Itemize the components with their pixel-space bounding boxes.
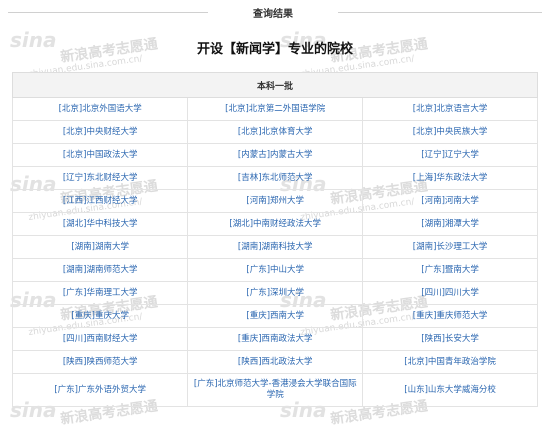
university-link[interactable]: [北京]北京语言大学 (413, 104, 488, 114)
table-row: [湖北]华中科技大学 [湖北]中南财经政法大学 [湖南]湘潭大学 (11, 212, 538, 236)
university-link[interactable]: [北京]北京体育大学 (238, 127, 313, 137)
table-cell: [北京]中央财经大学 (11, 120, 189, 144)
table-row: [湖南]湖南师范大学 [广东]中山大学 [广东]暨南大学 (11, 258, 538, 282)
table-cell: [北京]中国政法大学 (11, 143, 189, 167)
university-link[interactable]: [北京]北京第二外国语学院 (225, 104, 325, 114)
table-row: [江西]江西财经大学 [河南]郑州大学 [河南]河南大学 (11, 189, 538, 213)
table-cell: [湖南]湖南科技大学 (187, 235, 364, 259)
table-cell: [广东]华南理工大学 (11, 281, 189, 305)
university-link[interactable]: [陕西]西北政法大学 (238, 357, 313, 367)
table-cell: [江西]江西财经大学 (11, 189, 189, 213)
section-label: 查询结果 (253, 9, 293, 20)
table-cell: [广东]北京师范大学-香港浸会大学联合国际学院 (187, 373, 364, 407)
university-link[interactable]: [广东]广东外语外贸大学 (54, 385, 146, 395)
table-row: [广东]广东外语外贸大学 [广东]北京师范大学-香港浸会大学联合国际学院 [山东]山… (11, 373, 538, 407)
university-link[interactable]: [湖北]华中科技大学 (63, 219, 138, 229)
divider-right (338, 12, 542, 13)
table-row: [北京]中国政法大学 [内蒙古]内蒙古大学 [辽宁]辽宁大学 (11, 143, 538, 167)
university-link[interactable]: [山东]山东大学威海分校 (404, 385, 496, 395)
university-link[interactable]: [辽宁]辽宁大学 (421, 150, 479, 160)
table-cell: [山东]山东大学威海分校 (362, 373, 538, 407)
table-cell: [北京]北京语言大学 (362, 97, 538, 121)
university-link[interactable]: [重庆]西南政法大学 (238, 334, 313, 344)
table-cell: [四川]四川大学 (362, 281, 538, 305)
table-row: [广东]华南理工大学 [广东]深圳大学 [四川]四川大学 (11, 281, 538, 305)
table-cell: [广东]广东外语外贸大学 (11, 373, 189, 407)
university-link[interactable]: [河南]河南大学 (421, 196, 479, 206)
university-link[interactable]: [湖南]湖南师范大学 (63, 265, 138, 275)
table-cell: [湖南]湖南大学 (11, 235, 189, 259)
results-table: 本科一批 [北京]北京外国语大学 [北京]北京第二外国语学院 [北京]北京语言大学[… (11, 72, 538, 407)
university-link[interactable]: [四川]四川大学 (421, 288, 479, 298)
university-link[interactable]: [四川]西南财经大学 (63, 334, 138, 344)
table-row: [北京]中央财经大学 [北京]北京体育大学 [北京]中央民族大学 (11, 120, 538, 144)
table-cell: [河南]河南大学 (362, 189, 538, 213)
table-row: [重庆]重庆大学 [重庆]西南大学 [重庆]重庆师范大学 (11, 304, 538, 328)
university-link[interactable]: [广东]暨南大学 (421, 265, 479, 275)
table-cell: [河南]郑州大学 (187, 189, 364, 213)
university-link[interactable]: [湖南]湖南大学 (71, 242, 129, 252)
table-cell: [北京]北京体育大学 (187, 120, 364, 144)
university-link[interactable]: [广东]深圳大学 (246, 288, 304, 298)
table-cell: [辽宁]辽宁大学 (362, 143, 538, 167)
table-row: [辽宁]东北财经大学 [吉林]东北师范大学 [上海]华东政法大学 (11, 166, 538, 190)
table-cell: [陕西]长安大学 (362, 327, 538, 351)
university-link[interactable]: [湖南]长沙理工大学 (413, 242, 488, 252)
university-link[interactable]: [重庆]重庆师范大学 (413, 311, 488, 321)
group-header: 本科一批 (12, 72, 538, 98)
university-link[interactable]: [辽宁]东北财经大学 (63, 173, 138, 183)
table-cell: [广东]中山大学 (187, 258, 364, 282)
university-link[interactable]: [湖南]湘潭大学 (421, 219, 479, 229)
table-cell: [辽宁]东北财经大学 (11, 166, 189, 190)
university-link[interactable]: [吉林]东北师范大学 (238, 173, 313, 183)
table-row: [陕西]陕西师范大学 [陕西]西北政法大学 [北京]中国青年政治学院 (11, 350, 538, 374)
table-cell: [北京]北京第二外国语学院 (187, 97, 364, 121)
table-cell: [湖北]华中科技大学 (11, 212, 189, 236)
university-link[interactable]: [陕西]长安大学 (421, 334, 479, 344)
table-cell: [广东]暨南大学 (362, 258, 538, 282)
university-link[interactable]: [广东]中山大学 (246, 265, 304, 275)
table-cell: [上海]华东政法大学 (362, 166, 538, 190)
university-link[interactable]: [广东]华南理工大学 (63, 288, 138, 298)
table-cell: [北京]中央民族大学 (362, 120, 538, 144)
university-link[interactable]: [广东]北京师范大学-香港浸会大学联合国际学院 (194, 379, 357, 400)
university-link[interactable]: [北京]中央民族大学 (413, 127, 488, 137)
table-cell: [四川]西南财经大学 (11, 327, 189, 351)
table-cell: [重庆]西南政法大学 (187, 327, 364, 351)
table-cell: [广东]深圳大学 (187, 281, 364, 305)
table-cell: [北京]北京外国语大学 (11, 97, 189, 121)
table-cell: [重庆]重庆师范大学 (362, 304, 538, 328)
results-body: [北京]北京外国语大学 [北京]北京第二外国语学院 [北京]北京语言大学 [北京]中央… (11, 97, 538, 407)
table-cell: [湖南]湖南师范大学 (11, 258, 189, 282)
table-cell: [湖南]长沙理工大学 (362, 235, 538, 259)
table-cell: [陕西]西北政法大学 (187, 350, 364, 374)
table-cell: [陕西]陕西师范大学 (11, 350, 189, 374)
table-cell: [重庆]西南大学 (187, 304, 364, 328)
university-link[interactable]: [北京]中央财经大学 (63, 127, 138, 137)
university-link[interactable]: [湖北]中南财经政法大学 (229, 219, 321, 229)
university-link[interactable]: [湖南]湖南科技大学 (238, 242, 313, 252)
university-link[interactable]: [河南]郑州大学 (246, 196, 304, 206)
table-row: [湖南]湖南大学 [湖南]湖南科技大学 [湖南]长沙理工大学 (11, 235, 538, 259)
table-row: [北京]北京外国语大学 [北京]北京第二外国语学院 [北京]北京语言大学 (11, 97, 538, 121)
university-link[interactable]: [北京]中国政法大学 (63, 150, 138, 160)
university-link[interactable]: [内蒙古]内蒙古大学 (238, 150, 313, 160)
university-link[interactable]: [重庆]西南大学 (246, 311, 304, 321)
table-row: [四川]西南财经大学 [重庆]西南政法大学 [陕西]长安大学 (11, 327, 538, 351)
university-link[interactable]: [北京]中国青年政治学院 (404, 357, 496, 367)
table-cell: [内蒙古]内蒙古大学 (187, 143, 364, 167)
university-link[interactable]: [北京]北京外国语大学 (59, 104, 142, 114)
page-title: 开设【新闻学】专业的院校 (196, 42, 353, 57)
results-section-header: 查询结果 (0, 0, 550, 26)
table-cell: [湖北]中南财经政法大学 (187, 212, 364, 236)
table-cell: [重庆]重庆大学 (11, 304, 189, 328)
table-cell: [湖南]湘潭大学 (362, 212, 538, 236)
university-link[interactable]: [江西]江西财经大学 (63, 196, 138, 206)
university-link[interactable]: [重庆]重庆大学 (71, 311, 129, 321)
table-cell: [吉林]东北师范大学 (187, 166, 364, 190)
university-link[interactable]: [陕西]陕西师范大学 (63, 357, 138, 367)
university-link[interactable]: [上海]华东政法大学 (413, 173, 488, 183)
divider-left (8, 12, 208, 13)
table-cell: [北京]中国青年政治学院 (362, 350, 538, 374)
